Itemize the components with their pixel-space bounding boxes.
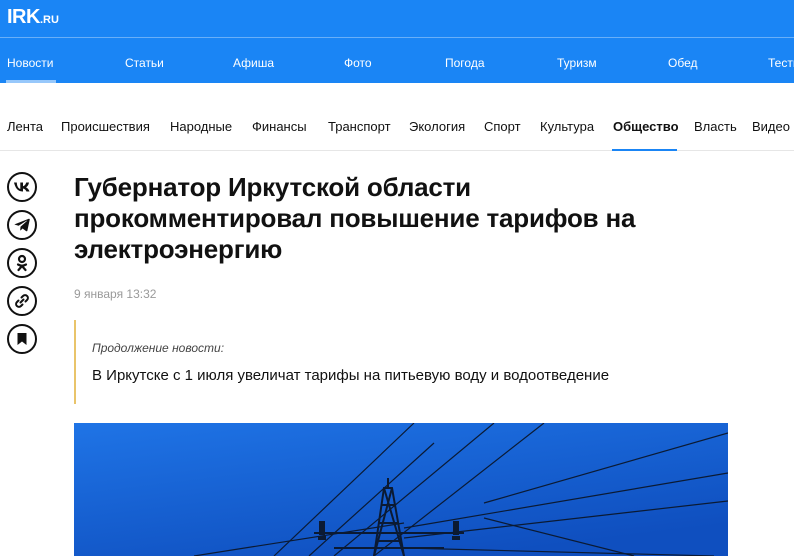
- subnav-item-culture[interactable]: Культура: [540, 119, 594, 134]
- bookmark-icon: [17, 333, 27, 345]
- nav-item-tests[interactable]: Тесты: [768, 56, 794, 70]
- nav-item-lunch[interactable]: Обед: [668, 56, 697, 70]
- article-photo: [74, 423, 728, 556]
- header-divider: [0, 37, 794, 38]
- nav-item-afisha[interactable]: Афиша: [233, 56, 274, 70]
- article-date: 9 января 13:32: [74, 287, 157, 301]
- subnav-item-finance[interactable]: Финансы: [252, 119, 307, 134]
- link-icon: [15, 294, 29, 308]
- subnav-item-society[interactable]: Общество: [613, 119, 679, 134]
- subnav-item-power[interactable]: Власть: [694, 119, 737, 134]
- vk-icon: [14, 182, 30, 192]
- subnav-item-incidents[interactable]: Происшествия: [61, 119, 150, 134]
- continuation-block: Продолжение новости: В Иркутске с 1 июля…: [74, 320, 728, 404]
- telegram-icon: [14, 218, 30, 232]
- nav-item-articles[interactable]: Статьи: [125, 56, 164, 70]
- subnav-item-sport[interactable]: Спорт: [484, 119, 521, 134]
- site-header: IRK.RU Новости Статьи Афиша Фото Погода …: [0, 0, 794, 83]
- share-vk-button[interactable]: [7, 172, 37, 202]
- copy-link-button[interactable]: [7, 286, 37, 316]
- share-ok-button[interactable]: [7, 248, 37, 278]
- logo-main: IRK: [7, 6, 40, 28]
- subnav-item-ecology[interactable]: Экология: [409, 119, 465, 134]
- subnav-item-feed[interactable]: Лента: [7, 119, 43, 134]
- share-telegram-button[interactable]: [7, 210, 37, 240]
- subnav-item-video[interactable]: Видео: [752, 119, 790, 134]
- nav-item-tourism[interactable]: Туризм: [557, 56, 597, 70]
- ok-icon: [16, 254, 28, 272]
- nav-item-photo[interactable]: Фото: [344, 56, 372, 70]
- continuation-link[interactable]: В Иркутске с 1 июля увеличат тарифы на п…: [92, 367, 609, 384]
- logo-suffix: .RU: [39, 14, 59, 26]
- subnav-active-indicator: [612, 149, 677, 151]
- site-logo[interactable]: IRK.RU: [7, 6, 59, 29]
- article-title: Губернатор Иркутской области прокомменти…: [74, 172, 636, 264]
- nav-item-weather[interactable]: Погода: [445, 56, 485, 70]
- nav-active-indicator: [6, 80, 56, 83]
- nav-item-news[interactable]: Новости: [7, 56, 53, 70]
- power-line-image: [74, 423, 728, 556]
- continuation-label: Продолжение новости:: [92, 341, 225, 355]
- subnav-item-transport[interactable]: Транспорт: [328, 119, 391, 134]
- bookmark-button[interactable]: [7, 324, 37, 354]
- subnav-item-people[interactable]: Народные: [170, 119, 232, 134]
